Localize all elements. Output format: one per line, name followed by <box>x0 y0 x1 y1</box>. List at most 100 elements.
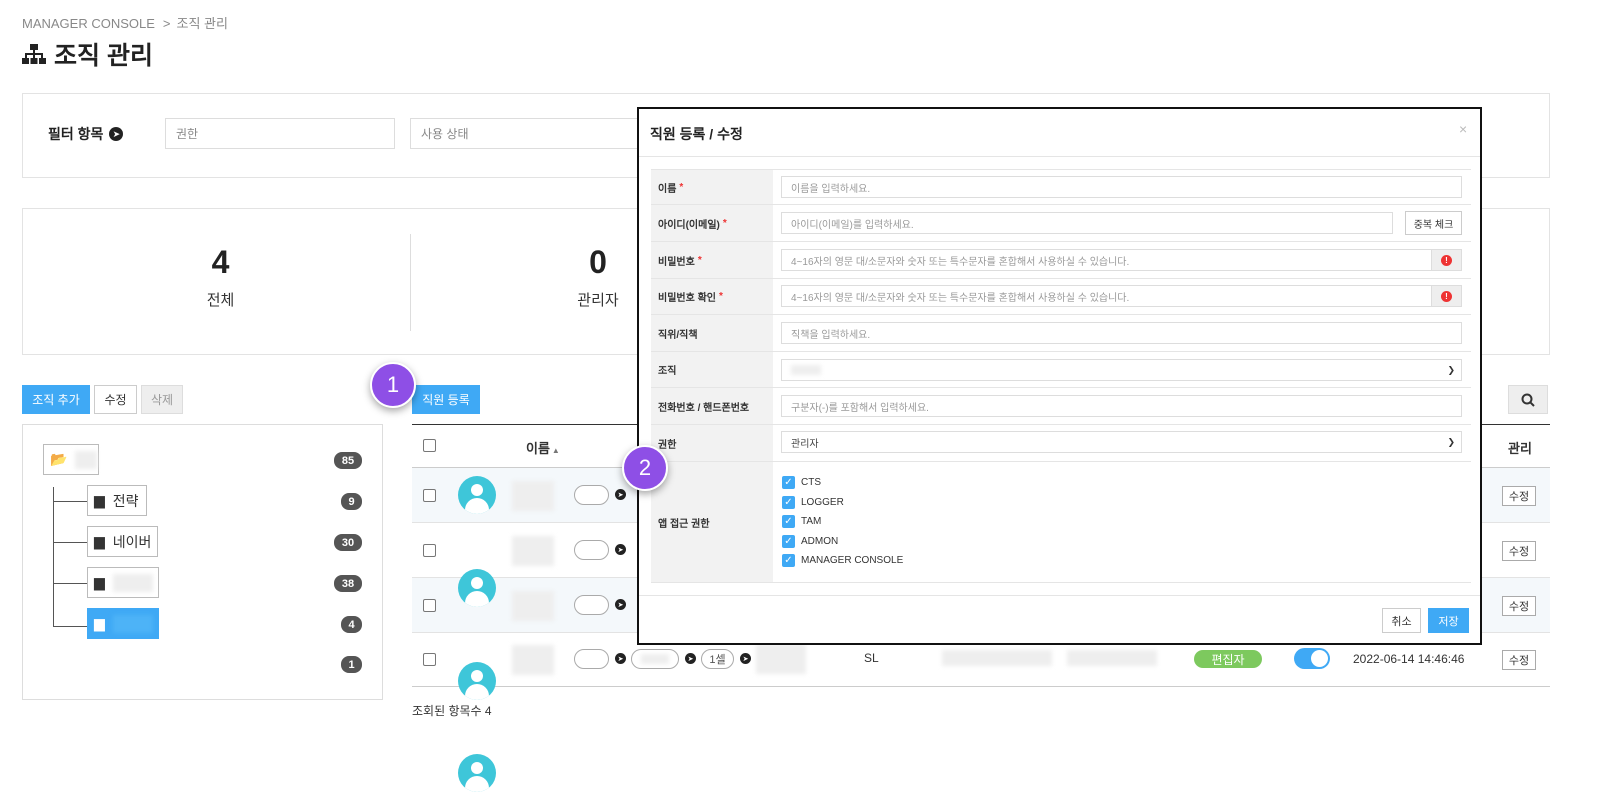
tree-node-count: 38 <box>334 575 362 592</box>
name-placeholder: 이름을 입력하세요. <box>791 183 871 195</box>
duplicate-check-button[interactable]: 중복 체크 <box>1405 211 1462 235</box>
column-name-label: 이름 <box>526 441 550 456</box>
app-option-manager-console[interactable]: ✓ MANAGER CONSOLE <box>782 551 903 571</box>
chevron-right-icon: ➤ <box>685 653 696 664</box>
status-toggle[interactable] <box>1294 648 1330 669</box>
tree-node-selected[interactable]: ▆ <box>87 608 159 639</box>
column-manage-header: 관리 <box>1508 441 1532 456</box>
blurred-org <box>756 644 806 674</box>
app-option-label: TAM <box>801 516 822 528</box>
authority-select[interactable]: 관리자 ❯ <box>781 431 1462 453</box>
edit-row-button[interactable]: 수정 <box>1502 650 1536 670</box>
blurred-name <box>512 591 554 621</box>
chevron-right-icon: ➤ <box>109 127 124 141</box>
org-select[interactable]: ❯ <box>781 359 1462 381</box>
app-option-admon[interactable]: ✓ ADMON <box>782 532 903 552</box>
chevron-down-icon: ❯ <box>1447 364 1455 375</box>
search-button[interactable] <box>1508 385 1548 414</box>
modal-title: 직원 등록 / 수정 <box>650 126 743 142</box>
password-warning: ! <box>1431 249 1462 271</box>
id-label: 아이디(이메일) * <box>651 205 773 241</box>
folder-icon: ▆ <box>94 574 105 590</box>
password-confirm-input[interactable]: 4~16자의 영문 대/소문자와 숫자 또는 특수문자를 혼합해서 사용하실 수… <box>781 285 1433 307</box>
tree-line <box>53 501 87 502</box>
avatar <box>458 569 496 607</box>
status-filter[interactable]: 사용 상태 <box>410 118 640 149</box>
email-input[interactable]: 아이디(이메일)를 입력하세요. <box>781 212 1393 234</box>
chevron-right-icon: ➤ <box>740 653 751 664</box>
app-access-label: 앱 접근 권한 <box>651 462 773 582</box>
app-option-tam[interactable]: ✓ TAM <box>782 512 903 532</box>
app-option-cts[interactable]: ✓ CTS <box>782 473 903 493</box>
breadcrumb-current: 조직 관리 <box>176 16 228 31</box>
position-placeholder: 직책을 입력하세요. <box>791 329 871 341</box>
avatar <box>458 476 496 514</box>
authority-filter[interactable]: 권한 <box>165 118 395 149</box>
breadcrumb-root[interactable]: MANAGER CONSOLE <box>22 16 155 31</box>
stat-total-label: 전체 <box>206 292 235 309</box>
id-row: 아이디(이메일) * 아이디(이메일)를 입력하세요. 중복 체크 <box>651 205 1471 242</box>
tree-root-node[interactable]: 📂 <box>43 444 99 475</box>
checkbox-checked-icon: ✓ <box>782 476 795 490</box>
blurred-name <box>512 645 554 675</box>
password-input[interactable]: 4~16자의 영문 대/소문자와 숫자 또는 특수문자를 혼합해서 사용하실 수… <box>781 249 1433 271</box>
delete-org-button[interactable]: 삭제 <box>141 385 183 414</box>
tree-node-3[interactable]: ▆ <box>87 567 159 598</box>
app-pill <box>574 649 609 669</box>
blurred-email <box>942 650 1052 666</box>
row-checkbox[interactable] <box>423 544 436 557</box>
org-row: 조직 ❯ <box>651 352 1471 388</box>
authority-label: 권한 <box>651 425 773 461</box>
email-placeholder: 아이디(이메일)를 입력하세요. <box>791 219 914 231</box>
tree-node-naver[interactable]: ▆ 네이버 <box>87 526 158 557</box>
save-button[interactable]: 저장 <box>1428 608 1469 633</box>
sitemap-icon <box>22 44 46 64</box>
password-confirm-warning: ! <box>1431 285 1462 307</box>
edit-row-button[interactable]: 수정 <box>1502 596 1536 616</box>
org-label: 조직 <box>651 352 773 387</box>
edit-row-button[interactable]: 수정 <box>1502 541 1536 561</box>
tree-node-strategy[interactable]: ▆ 전략 <box>87 485 147 516</box>
edit-org-button[interactable]: 수정 <box>94 385 137 414</box>
close-icon[interactable]: × <box>1459 121 1467 137</box>
search-icon <box>1521 393 1535 407</box>
tree-node-count: 4 <box>341 616 362 633</box>
password-confirm-placeholder: 4~16자의 영문 대/소문자와 숫자 또는 특수문자를 혼합해서 사용하실 수… <box>791 292 1130 304</box>
add-org-button[interactable]: 조직 추가 <box>22 385 90 414</box>
result-count: 조회된 항목수 4 <box>412 704 492 718</box>
stat-total-value: 4 <box>211 244 230 280</box>
edit-row-button[interactable]: 수정 <box>1502 486 1536 506</box>
select-all-checkbox[interactable] <box>423 439 436 452</box>
step-marker-2: 2 <box>622 445 668 491</box>
blurred-name <box>512 481 554 511</box>
tree-line <box>53 626 87 627</box>
blurred-label <box>75 450 98 469</box>
modal-header-divider <box>639 156 1480 157</box>
row-checkbox[interactable] <box>423 653 436 666</box>
position-input[interactable]: 직책을 입력하세요. <box>781 322 1462 344</box>
checkbox-checked-icon: ✓ <box>782 515 795 529</box>
phone-input[interactable]: 구분자(-)를 포함해서 입력하세요. <box>781 395 1462 417</box>
filter-label[interactable]: 필터 항목 ➤ <box>48 124 124 144</box>
row-checkbox[interactable] <box>423 489 436 502</box>
chevron-right-icon: ➤ <box>615 653 626 664</box>
row-checkbox[interactable] <box>423 599 436 612</box>
tree-line <box>53 583 87 584</box>
blurred-label <box>112 573 153 592</box>
position-cell: SL <box>864 651 879 665</box>
exclamation-icon: ! <box>1441 254 1452 266</box>
position-row: 직위/직책 직책을 입력하세요. <box>651 315 1471 352</box>
exclamation-icon: ! <box>1441 290 1452 302</box>
app-pill: 1셀 <box>701 649 734 669</box>
column-name-header[interactable]: 이름 ▲ <box>526 438 560 457</box>
breadcrumb-separator: > <box>162 16 171 31</box>
name-label: 이름 * <box>651 170 773 204</box>
app-option-logger[interactable]: ✓ LOGGER <box>782 493 903 513</box>
name-input[interactable]: 이름을 입력하세요. <box>781 176 1462 198</box>
phone-row: 전화번호 / 핸드폰번호 구분자(-)를 포함해서 입력하세요. <box>651 388 1471 425</box>
app-checkbox-list: ✓ CTS ✓ LOGGER ✓ TAM ✓ ADMON ✓ MANAGER CONSOL… <box>782 473 903 571</box>
register-employee-button[interactable]: 직원 등록 <box>412 385 480 414</box>
password-row: 비밀번호 * 4~16자의 영문 대/소문자와 숫자 또는 특수문자를 혼합해서 … <box>651 242 1471 279</box>
cancel-button[interactable]: 취소 <box>1382 608 1421 633</box>
tree-node-count: 30 <box>334 534 362 551</box>
